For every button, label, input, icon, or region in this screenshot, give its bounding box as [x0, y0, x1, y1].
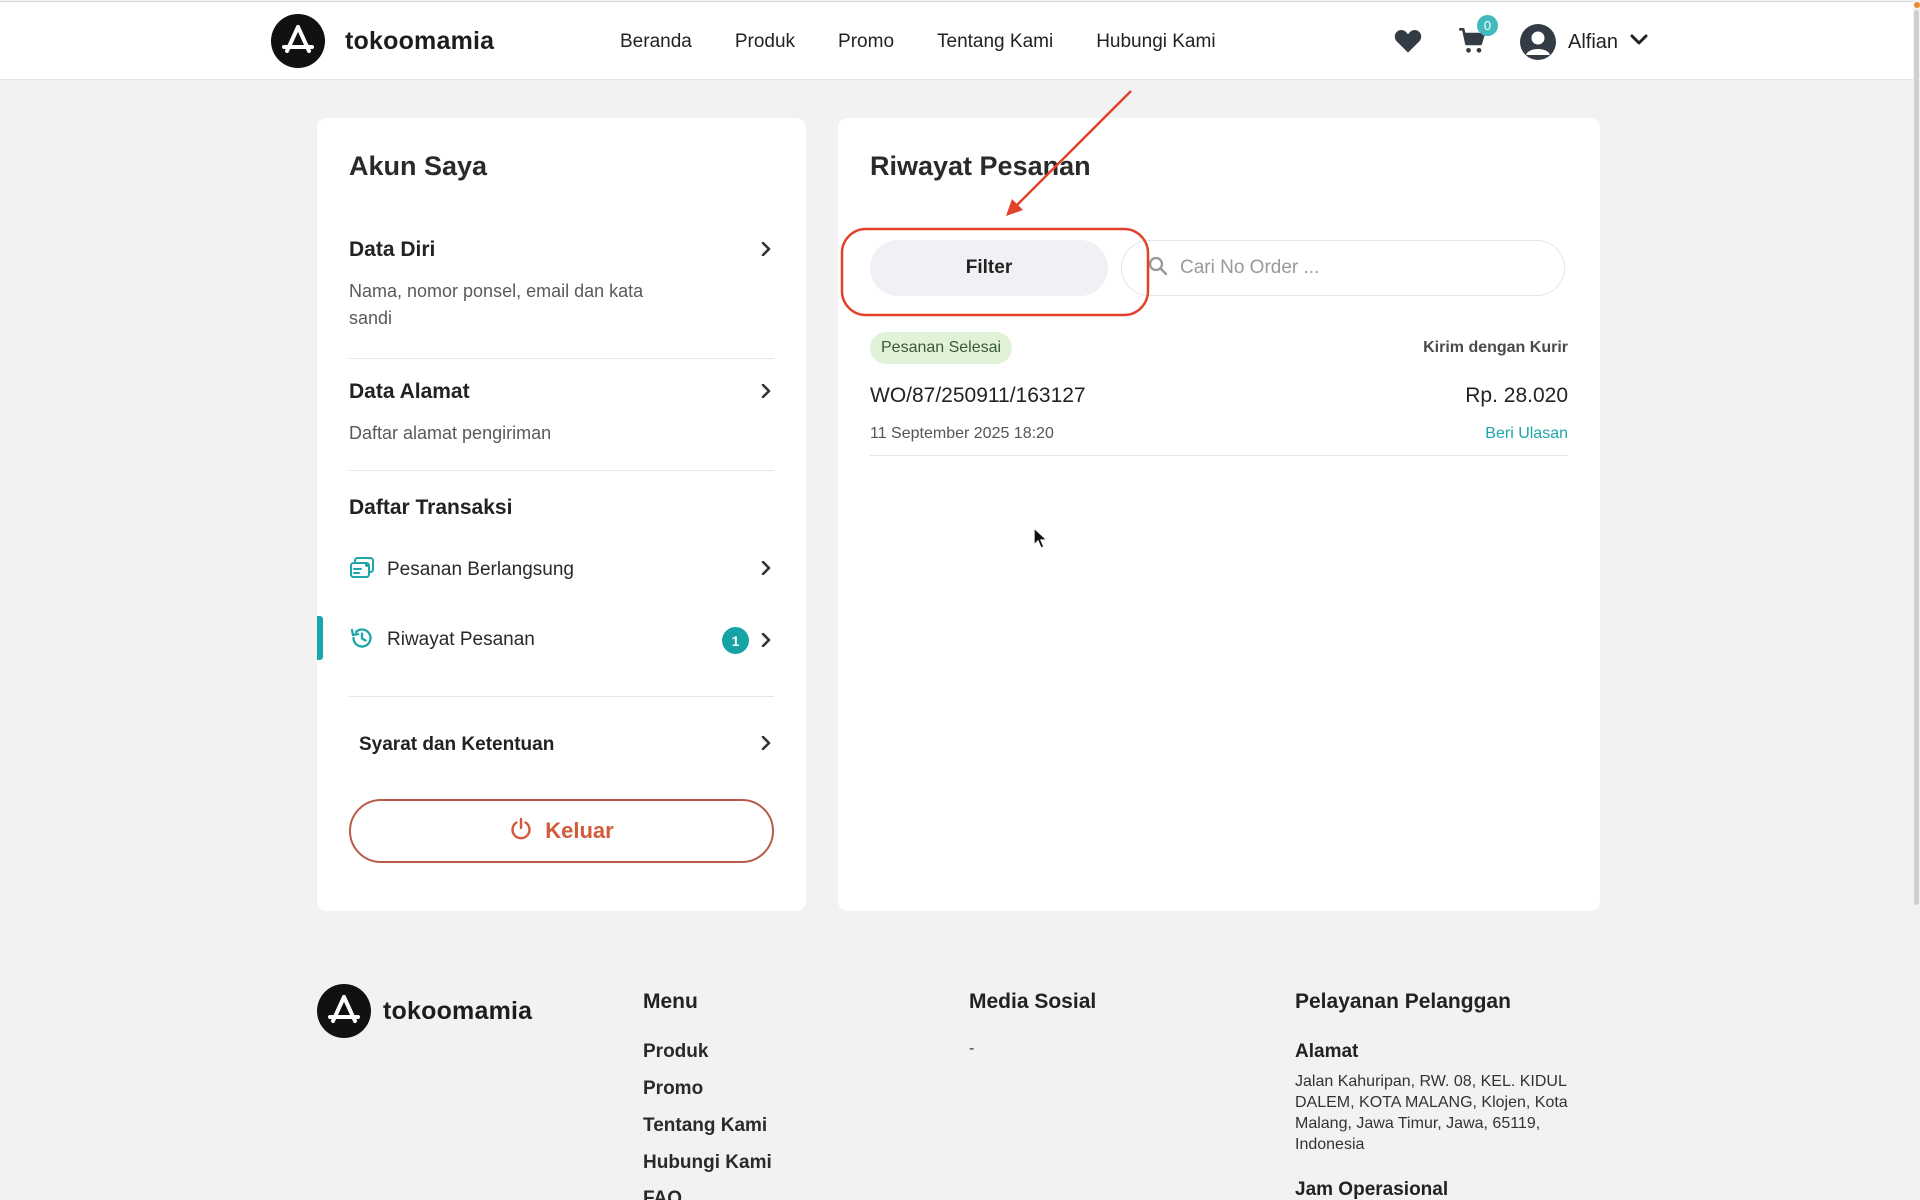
footer-hours-title: Jam Operasional — [1295, 1179, 1449, 1200]
divider — [870, 455, 1568, 456]
heart-icon[interactable] — [1393, 26, 1423, 56]
sidebar-item-label: Syarat dan Ketentuan — [359, 734, 555, 755]
user-menu[interactable]: Alfian — [1520, 22, 1648, 62]
footer-social-title: Media Sosial — [969, 990, 1097, 1013]
riwayat-count-badge: 1 — [722, 627, 749, 654]
sidebar-item-syarat-ketentuan[interactable]: Syarat dan Ketentuan — [359, 730, 774, 760]
chevron-right-icon — [761, 561, 771, 575]
logo-icon — [271, 14, 325, 68]
order-number: WO/87/250911/163127 — [870, 384, 1086, 407]
chevron-right-icon — [761, 633, 771, 647]
review-link[interactable]: Beri Ulasan — [1485, 425, 1568, 443]
footer-logo[interactable]: tokoomamia — [317, 984, 532, 1038]
data-alamat-item[interactable]: Data Alamat Daftar alamat pengiriman — [349, 380, 774, 470]
sidebar-item-label: Riwayat Pesanan — [387, 629, 535, 650]
footer-link-promo[interactable]: Promo — [643, 1078, 703, 1100]
search-input[interactable] — [1180, 257, 1540, 279]
nav-promo[interactable]: Promo — [838, 31, 894, 53]
status-badge: Pesanan Selesai — [870, 332, 1013, 364]
order-date: 11 September 2025 18:20 — [870, 425, 1054, 442]
history-icon — [349, 625, 375, 656]
chevron-right-icon — [761, 736, 771, 750]
data-alamat-title: Data Alamat — [349, 380, 470, 403]
divider — [349, 696, 774, 697]
header-logo[interactable]: tokoomamia — [271, 14, 494, 68]
filter-button[interactable]: Filter — [870, 240, 1108, 296]
search-box — [1121, 240, 1565, 296]
data-alamat-desc: Daftar alamat pengiriman — [349, 423, 552, 443]
footer-service-title: Pelayanan Pelanggan — [1295, 990, 1511, 1013]
order-history-panel: Riwayat Pesanan Filter Pesanan Selesai K… — [838, 118, 1600, 911]
nav-produk[interactable]: Produk — [735, 31, 795, 53]
data-diri-item[interactable]: Data Diri Nama, nomor ponsel, email dan … — [349, 238, 774, 358]
top-header: tokoomamia Beranda Produk Promo Tentang … — [0, 1, 1920, 80]
footer-link-hubungi-kami[interactable]: Hubungi Kami — [643, 1152, 772, 1174]
nav-hubungi-kami[interactable]: Hubungi Kami — [1096, 31, 1215, 53]
footer-link-faq[interactable]: FAQ — [643, 1188, 682, 1200]
shipping-method: Kirim dengan Kurir — [1423, 339, 1568, 356]
sidebar-item-pesanan-berlangsung[interactable]: Pesanan Berlangsung — [349, 555, 774, 585]
sidebar-item-riwayat-pesanan[interactable]: Riwayat Pesanan 1 — [349, 625, 774, 655]
page-title: Riwayat Pesanan — [870, 151, 1091, 181]
order-price: Rp. 28.020 — [1465, 384, 1568, 407]
divider — [349, 470, 774, 471]
status-dot — [1914, 2, 1920, 8]
user-name: Alfian — [1568, 30, 1619, 53]
footer-brand-name: tokoomamia — [383, 996, 533, 1025]
account-sidebar: Akun Saya Data Diri Nama, nomor ponsel, … — [317, 118, 806, 911]
sidebar-item-label: Pesanan Berlangsung — [387, 559, 574, 580]
divider — [349, 358, 774, 359]
power-icon — [509, 817, 533, 846]
footer-social-value: - — [969, 1040, 975, 1057]
footer-address: Jalan Kahuripan, RW. 08, KEL. KIDUL DALE… — [1295, 1073, 1568, 1153]
nav-beranda[interactable]: Beranda — [620, 31, 692, 53]
chevron-down-icon — [1630, 33, 1648, 51]
nav-tentang-kami[interactable]: Tentang Kami — [937, 31, 1053, 53]
footer-address-title: Alamat — [1295, 1041, 1359, 1062]
user-avatar-icon — [1520, 24, 1556, 60]
brand-name: tokoomamia — [345, 26, 495, 55]
scrollbar-thumb[interactable] — [1914, 10, 1919, 905]
data-diri-desc: Nama, nomor ponsel, email dan kata sandi — [349, 281, 644, 328]
daftar-transaksi-title: Daftar Transaksi — [349, 496, 513, 519]
search-icon — [1148, 256, 1168, 281]
logout-button[interactable]: Keluar — [349, 799, 774, 863]
logout-label: Keluar — [545, 818, 614, 843]
data-diri-title: Data Diri — [349, 238, 436, 261]
logo-icon — [317, 984, 371, 1038]
footer-link-tentang-kami[interactable]: Tentang Kami — [643, 1115, 767, 1137]
sidebar-title: Akun Saya — [349, 151, 488, 181]
cart-count-badge: 0 — [1477, 15, 1498, 36]
chevron-right-icon — [761, 242, 771, 256]
footer-menu-title: Menu — [643, 990, 698, 1013]
chevron-right-icon — [761, 384, 771, 398]
footer-link-produk[interactable]: Produk — [643, 1041, 708, 1063]
active-indicator — [317, 616, 323, 660]
main-nav: Beranda Produk Promo Tentang Kami Hubung… — [620, 2, 1216, 81]
cursor-icon — [1033, 527, 1049, 549]
orders-icon — [349, 556, 375, 585]
